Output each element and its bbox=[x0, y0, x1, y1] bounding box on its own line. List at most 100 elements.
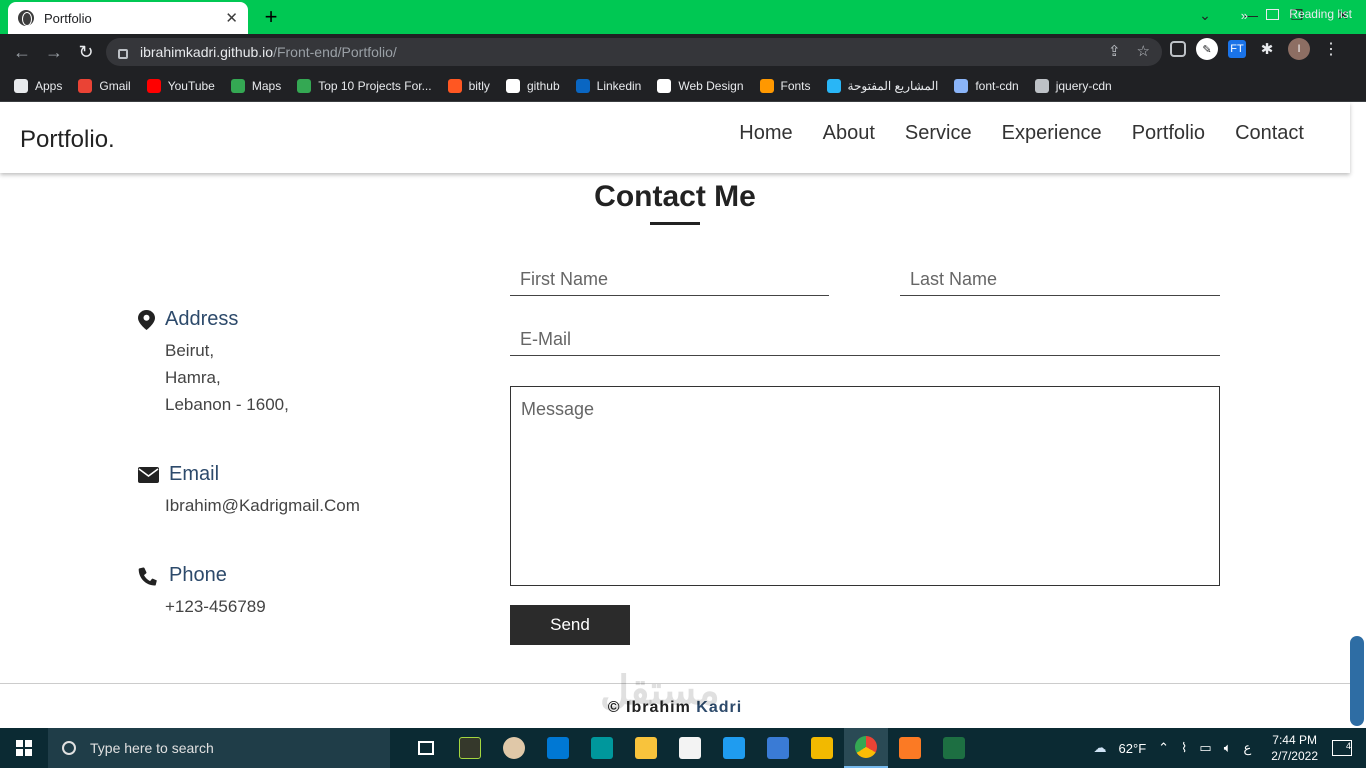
volume-icon[interactable]: 🔈︎ bbox=[1224, 740, 1232, 756]
arduino-app-icon[interactable] bbox=[580, 728, 624, 768]
profile-avatar[interactable]: I bbox=[1288, 38, 1310, 60]
bookmark-favicon-icon bbox=[826, 78, 841, 93]
bookmark-item[interactable]: Top 10 Projects For... bbox=[297, 78, 432, 93]
bookmark-label: Top 10 Projects For... bbox=[318, 78, 432, 93]
bookmark-item[interactable]: Maps bbox=[230, 78, 281, 93]
section-title: Contact Me bbox=[594, 180, 756, 213]
nav-contact[interactable]: Contact bbox=[1235, 122, 1304, 145]
xampp-app-icon[interactable] bbox=[888, 728, 932, 768]
sticky-notes-app-icon[interactable] bbox=[800, 728, 844, 768]
bookmark-item[interactable]: Gmail bbox=[78, 78, 131, 93]
browser-tab-bar: Portfolio ✕ + ⌄ — ❐ ✕ bbox=[0, 0, 1366, 34]
tab-title: Portfolio bbox=[44, 10, 92, 26]
network-icon[interactable]: ⌇ bbox=[1181, 740, 1187, 756]
brand-logo[interactable]: Portfolio. bbox=[20, 126, 115, 154]
nav-home[interactable]: Home bbox=[739, 122, 792, 145]
extension-icon[interactable] bbox=[1170, 41, 1186, 57]
extension-avatar-icon[interactable]: ✎ bbox=[1196, 38, 1218, 60]
windows-logo-icon bbox=[16, 740, 32, 756]
bookmark-favicon-icon bbox=[759, 78, 774, 93]
title-underline bbox=[650, 222, 700, 225]
bookmark-item[interactable]: jquery-cdn bbox=[1034, 78, 1112, 93]
font-extension-icon[interactable]: FT bbox=[1228, 40, 1246, 58]
more-menu-icon[interactable]: ⋮ bbox=[1320, 38, 1342, 60]
browser-tab[interactable]: Portfolio ✕ bbox=[8, 2, 248, 34]
send-button[interactable]: Send bbox=[510, 605, 630, 645]
notifications-icon[interactable]: 4 bbox=[1332, 740, 1352, 756]
reading-list-button[interactable]: Reading list bbox=[1266, 7, 1352, 21]
lock-icon[interactable] bbox=[118, 49, 128, 59]
copyright-symbol: © bbox=[607, 699, 621, 716]
taskbar-search[interactable]: Type here to search bbox=[48, 728, 390, 768]
nav-about[interactable]: About bbox=[823, 122, 875, 145]
bookmark-item[interactable]: bitly bbox=[447, 78, 490, 93]
phone-icon bbox=[138, 566, 157, 585]
puzzle-icon[interactable]: ✱ bbox=[1256, 38, 1278, 60]
bookmark-item[interactable]: font-cdn bbox=[954, 78, 1019, 93]
photos-app-icon[interactable] bbox=[756, 728, 800, 768]
reload-button[interactable]: ↻ bbox=[70, 37, 102, 67]
site-header: Portfolio. Home About Service Experience… bbox=[0, 102, 1350, 173]
bookmark-favicon-icon bbox=[575, 78, 590, 93]
weather-icon[interactable]: ☁ bbox=[1094, 740, 1107, 756]
message-textarea[interactable] bbox=[510, 386, 1220, 586]
bookmark-favicon-icon bbox=[297, 78, 312, 93]
bookmark-label: المشاريع المفتوحة bbox=[847, 78, 939, 93]
share-icon[interactable]: ⇪ bbox=[1108, 42, 1121, 60]
windows-taskbar: Type here to search ☁ 62°F ⌃ ⌇ ▭ 🔈︎ ع 7:… bbox=[0, 728, 1366, 768]
task-view-button[interactable] bbox=[404, 728, 448, 768]
tab-search-icon[interactable]: ⌄ bbox=[1182, 0, 1228, 30]
tray-chevron-icon[interactable]: ⌃ bbox=[1158, 740, 1169, 756]
bookmark-label: Fonts bbox=[780, 78, 811, 93]
email-input[interactable] bbox=[510, 324, 1220, 356]
bookmark-item[interactable]: المشاريع المفتوحة bbox=[826, 78, 939, 93]
bookmark-item[interactable]: Linkedin bbox=[575, 78, 642, 93]
bookmark-star-icon[interactable]: ☆ bbox=[1137, 42, 1150, 60]
first-name-input[interactable] bbox=[510, 264, 829, 296]
scrollbar-thumb[interactable] bbox=[1350, 636, 1364, 726]
bookmarks-overflow-icon[interactable]: » bbox=[1241, 8, 1248, 23]
weather-temp[interactable]: 62°F bbox=[1119, 741, 1147, 756]
address-block: Address Beirut, Hamra, Lebanon - 1600, bbox=[138, 308, 289, 418]
last-name-input[interactable] bbox=[900, 264, 1220, 296]
address-label: Address bbox=[165, 308, 239, 330]
phone-label: Phone bbox=[169, 564, 227, 586]
dreamweaver-app-icon[interactable] bbox=[448, 728, 492, 768]
address-bar[interactable]: ibrahimkadri.github.io /Front-end/Portfo… bbox=[106, 38, 1162, 66]
excel-app-icon[interactable] bbox=[932, 728, 976, 768]
bookmark-label: Linkedin bbox=[596, 78, 642, 93]
chrome-app-icon[interactable] bbox=[844, 728, 888, 768]
search-icon bbox=[62, 741, 76, 755]
bookmark-item[interactable]: Web Design bbox=[657, 78, 744, 93]
globe-icon bbox=[18, 10, 34, 26]
footer-first-name: Ibrahim bbox=[626, 699, 691, 716]
paint-app-icon[interactable] bbox=[492, 728, 536, 768]
nav-experience[interactable]: Experience bbox=[1002, 122, 1102, 145]
store-app-icon[interactable] bbox=[668, 728, 712, 768]
bookmark-item[interactable]: Apps bbox=[14, 78, 62, 93]
bookmark-favicon-icon bbox=[14, 78, 28, 93]
clock-date: 2/7/2022 bbox=[1271, 749, 1318, 763]
bookmark-favicon-icon bbox=[657, 78, 672, 93]
file-explorer-icon[interactable] bbox=[624, 728, 668, 768]
taskbar-apps bbox=[404, 728, 976, 768]
bookmark-label: font-cdn bbox=[975, 78, 1019, 93]
nav-service[interactable]: Service bbox=[905, 122, 972, 145]
new-tab-button[interactable]: + bbox=[258, 4, 284, 30]
bookmark-item[interactable]: YouTube bbox=[146, 78, 215, 93]
battery-icon[interactable]: ▭ bbox=[1199, 740, 1211, 756]
bookmark-label: Web Design bbox=[678, 78, 744, 93]
language-indicator[interactable]: ع bbox=[1244, 740, 1252, 756]
close-tab-icon[interactable]: ✕ bbox=[225, 9, 238, 27]
back-button[interactable]: ← bbox=[6, 37, 38, 67]
vscode-app-icon[interactable] bbox=[712, 728, 756, 768]
start-button[interactable] bbox=[0, 728, 48, 768]
nav-portfolio[interactable]: Portfolio bbox=[1132, 122, 1205, 145]
bookmarks-bar: Apps Gmail YouTube Maps Top 10 Projects For.… bbox=[0, 70, 1366, 102]
mail-app-icon[interactable] bbox=[536, 728, 580, 768]
system-clock[interactable]: 7:44 PM 2/7/2022 bbox=[1271, 732, 1318, 764]
bookmark-item[interactable]: github bbox=[505, 78, 560, 93]
phone-block: Phone +123-456789 bbox=[138, 564, 266, 620]
forward-button[interactable]: → bbox=[38, 37, 70, 67]
bookmark-item[interactable]: Fonts bbox=[759, 78, 811, 93]
